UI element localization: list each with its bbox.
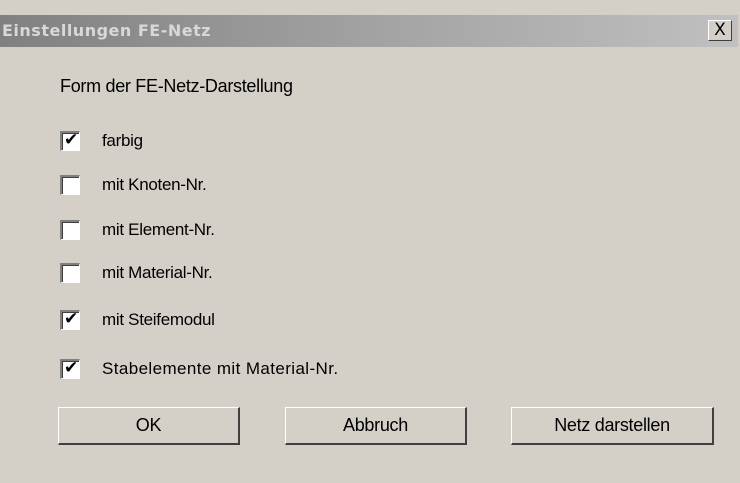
close-button[interactable]: X <box>708 20 732 41</box>
option-label: mit Steifemodul <box>102 310 215 329</box>
group-label: Form der FE-Netz-Darstellung <box>60 76 293 96</box>
ok-button[interactable]: OK <box>58 407 240 445</box>
window-title: Einstellungen FE-Netz <box>2 21 212 40</box>
show-mesh-button[interactable]: Netz darstellen <box>511 407 714 445</box>
settings-dialog: Einstellungen FE-Netz X Form der FE-Netz… <box>0 0 740 483</box>
option-label: Stabelemente mit Material-Nr. <box>102 359 339 378</box>
checkbox-material-nr[interactable] <box>60 263 80 283</box>
checkbox-stabelemente-material-nr[interactable]: ✔ <box>60 358 80 379</box>
checkmark-icon: ✔ <box>64 358 79 378</box>
cancel-button[interactable]: Abbruch <box>285 407 467 445</box>
option-label: farbig <box>102 131 143 150</box>
option-label: mit Material-Nr. <box>102 263 213 282</box>
checkmark-icon: ✔ <box>64 130 79 150</box>
checkbox-steifemodul[interactable]: ✔ <box>60 309 80 330</box>
title-bar: Einstellungen FE-Netz X <box>0 15 738 47</box>
checkbox-knoten-nr[interactable] <box>60 175 80 195</box>
checkbox-farbig[interactable]: ✔ <box>60 130 80 151</box>
option-label: mit Element-Nr. <box>102 220 215 239</box>
checkmark-icon: ✔ <box>64 309 79 329</box>
option-label: mit Knoten-Nr. <box>102 175 207 194</box>
checkbox-element-nr[interactable] <box>60 220 80 240</box>
